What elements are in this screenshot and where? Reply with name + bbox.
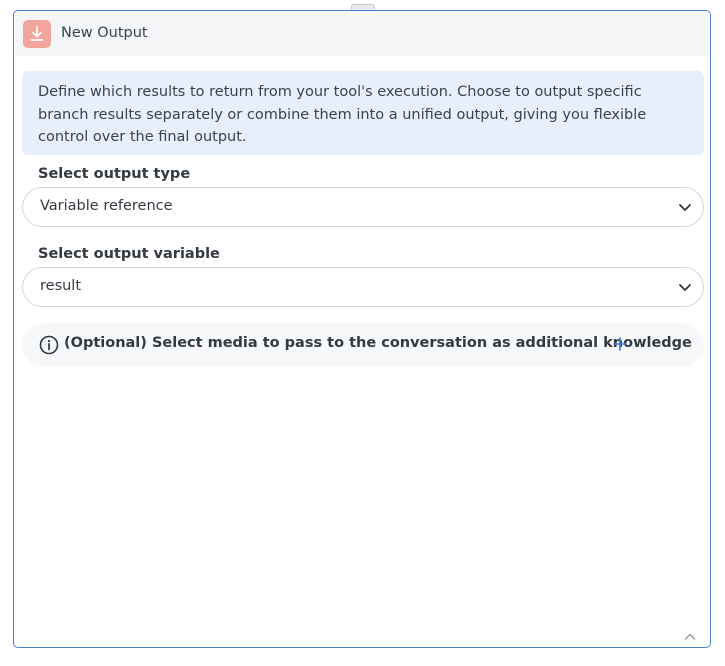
chevron-down-icon [679, 204, 691, 211]
plus-icon[interactable] [612, 336, 628, 352]
optional-media-text: (Optional) Select media to pass to the c… [64, 335, 692, 351]
optional-media-row[interactable]: (Optional) Select media to pass to the c… [22, 323, 704, 367]
output-variable-select[interactable]: result [22, 267, 704, 307]
output-type-value: Variable reference [40, 198, 173, 214]
output-node-card: New Output Define which results to retur… [13, 10, 711, 648]
output-type-select[interactable]: Variable reference [22, 187, 704, 227]
description-box: Define which results to return from your… [22, 71, 704, 155]
info-circle-icon [39, 335, 59, 355]
chevron-up-icon[interactable] [683, 630, 697, 644]
description-text: Define which results to return from your… [38, 84, 647, 145]
node-title[interactable]: New Output [61, 25, 148, 41]
download-icon [23, 20, 51, 48]
output-type-label: Select output type [38, 166, 191, 182]
output-variable-label: Select output variable [38, 246, 220, 262]
node-header: New Output [15, 12, 709, 56]
output-variable-value: result [40, 278, 82, 294]
chevron-down-icon [679, 284, 691, 291]
